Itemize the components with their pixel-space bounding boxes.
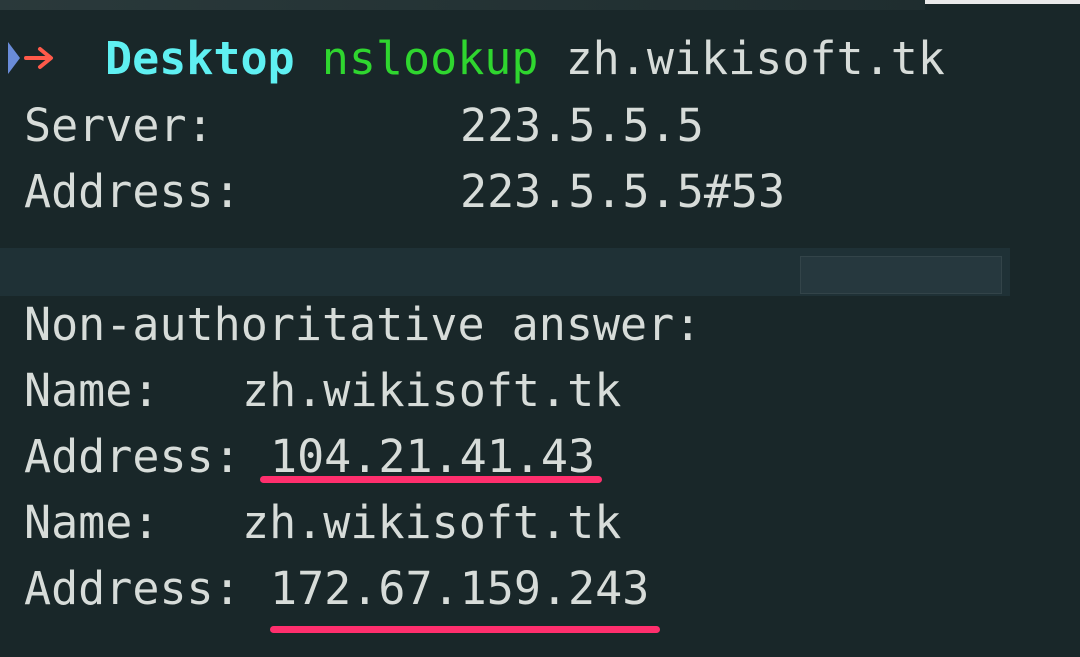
prompt-arrow-icon: [8, 42, 53, 74]
server-label: Server:: [24, 99, 214, 152]
prompt-cwd: Desktop: [105, 32, 295, 85]
address-value: 223.5.5.5#53: [460, 165, 786, 218]
prompt-line: Desktop nslookup zh.wikisoft.tk: [105, 36, 945, 81]
record-name-value: zh.wikisoft.tk: [242, 496, 622, 549]
address-label: Address:: [24, 165, 241, 218]
terminal-window[interactable]: Desktop nslookup zh.wikisoft.tk Server: …: [0, 0, 1080, 657]
background-artifact: [800, 256, 1002, 294]
server-value: 223.5.5.5: [460, 99, 704, 152]
record-name-label: Name:: [24, 364, 160, 417]
background-artifact: [925, 0, 1080, 4]
non-authoritative-heading: Non-authoritative answer:: [24, 298, 702, 351]
prompt-argument: zh.wikisoft.tk: [565, 32, 945, 85]
record-name-value: zh.wikisoft.tk: [242, 364, 622, 417]
background-artifact: [0, 0, 925, 10]
record-address-value: 104.21.41.43: [270, 430, 596, 483]
highlight-underline: [260, 476, 602, 483]
record-address-value: 172.67.159.243: [270, 562, 650, 615]
record-name-label: Name:: [24, 496, 160, 549]
highlight-underline: [270, 626, 660, 633]
record-address-label: Address:: [24, 430, 241, 483]
record-address-label: Address:: [24, 562, 241, 615]
prompt-command: nslookup: [321, 32, 539, 85]
